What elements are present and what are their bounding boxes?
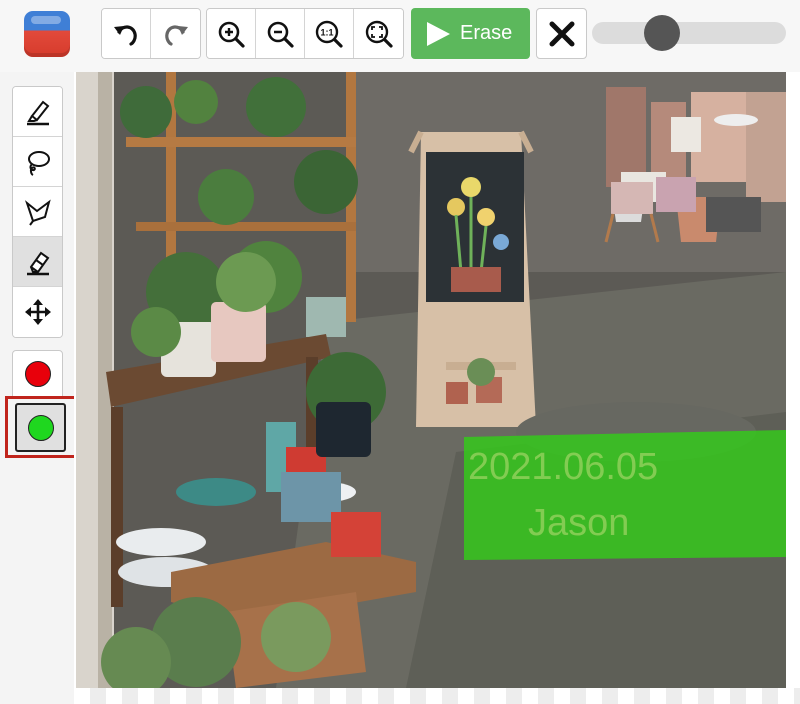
zoom-in-button[interactable]	[207, 9, 256, 58]
brush-size-slider-thumb[interactable]	[644, 15, 681, 51]
highlighter-icon	[26, 100, 49, 125]
redo-button[interactable]	[151, 9, 200, 58]
move-icon	[24, 299, 51, 325]
erase-button-label: Erase	[460, 22, 513, 44]
lasso-tool-button[interactable]	[13, 137, 62, 187]
redo-icon	[164, 24, 188, 46]
lasso-icon	[27, 150, 50, 176]
undo-button[interactable]	[102, 9, 151, 58]
polygon-lasso-tool-button[interactable]	[13, 187, 62, 237]
close-button[interactable]	[536, 8, 587, 59]
tool-panel	[0, 72, 79, 704]
erase-button[interactable]: Erase	[411, 8, 530, 59]
zoom-in-icon	[218, 21, 245, 48]
image-canvas[interactable]: 2021.06.05 Jason	[74, 72, 800, 704]
highlighter-tool-button[interactable]	[13, 87, 62, 137]
polygon-lasso-icon	[24, 198, 51, 226]
selected-color-highlight	[5, 396, 79, 458]
play-icon	[427, 21, 450, 46]
watermark-date: 2021.06.05	[468, 446, 659, 488]
top-toolbar: 1:1 Erase	[0, 0, 800, 72]
green-color-button[interactable]	[15, 403, 66, 452]
fit-screen-icon	[365, 20, 393, 48]
eraser-tool-button[interactable]	[13, 237, 62, 287]
actual-size-button[interactable]: 1:1	[305, 9, 354, 58]
actual-size-icon: 1:1	[315, 20, 343, 48]
fit-screen-button[interactable]	[354, 9, 403, 58]
green-swatch	[27, 414, 54, 441]
zoom-out-icon	[267, 21, 294, 48]
move-tool-button[interactable]	[13, 287, 62, 337]
watermark-name: Jason	[528, 502, 630, 544]
canvas-background-checker	[74, 688, 800, 704]
zoom-out-button[interactable]	[256, 9, 305, 58]
zoom-group: 1:1	[206, 8, 404, 59]
app-logo	[24, 11, 70, 57]
undo-icon	[114, 24, 137, 46]
actual-size-label: 1:1	[320, 27, 333, 37]
tool-stack	[12, 86, 63, 338]
red-swatch	[24, 361, 51, 387]
erase-mask-overlay	[464, 430, 786, 560]
red-color-button[interactable]	[12, 350, 63, 398]
photo: 2021.06.05 Jason	[76, 72, 786, 688]
brush-size-slider[interactable]	[592, 15, 786, 51]
eraser-icon	[26, 251, 49, 275]
history-group	[101, 8, 201, 59]
close-icon	[549, 21, 574, 46]
